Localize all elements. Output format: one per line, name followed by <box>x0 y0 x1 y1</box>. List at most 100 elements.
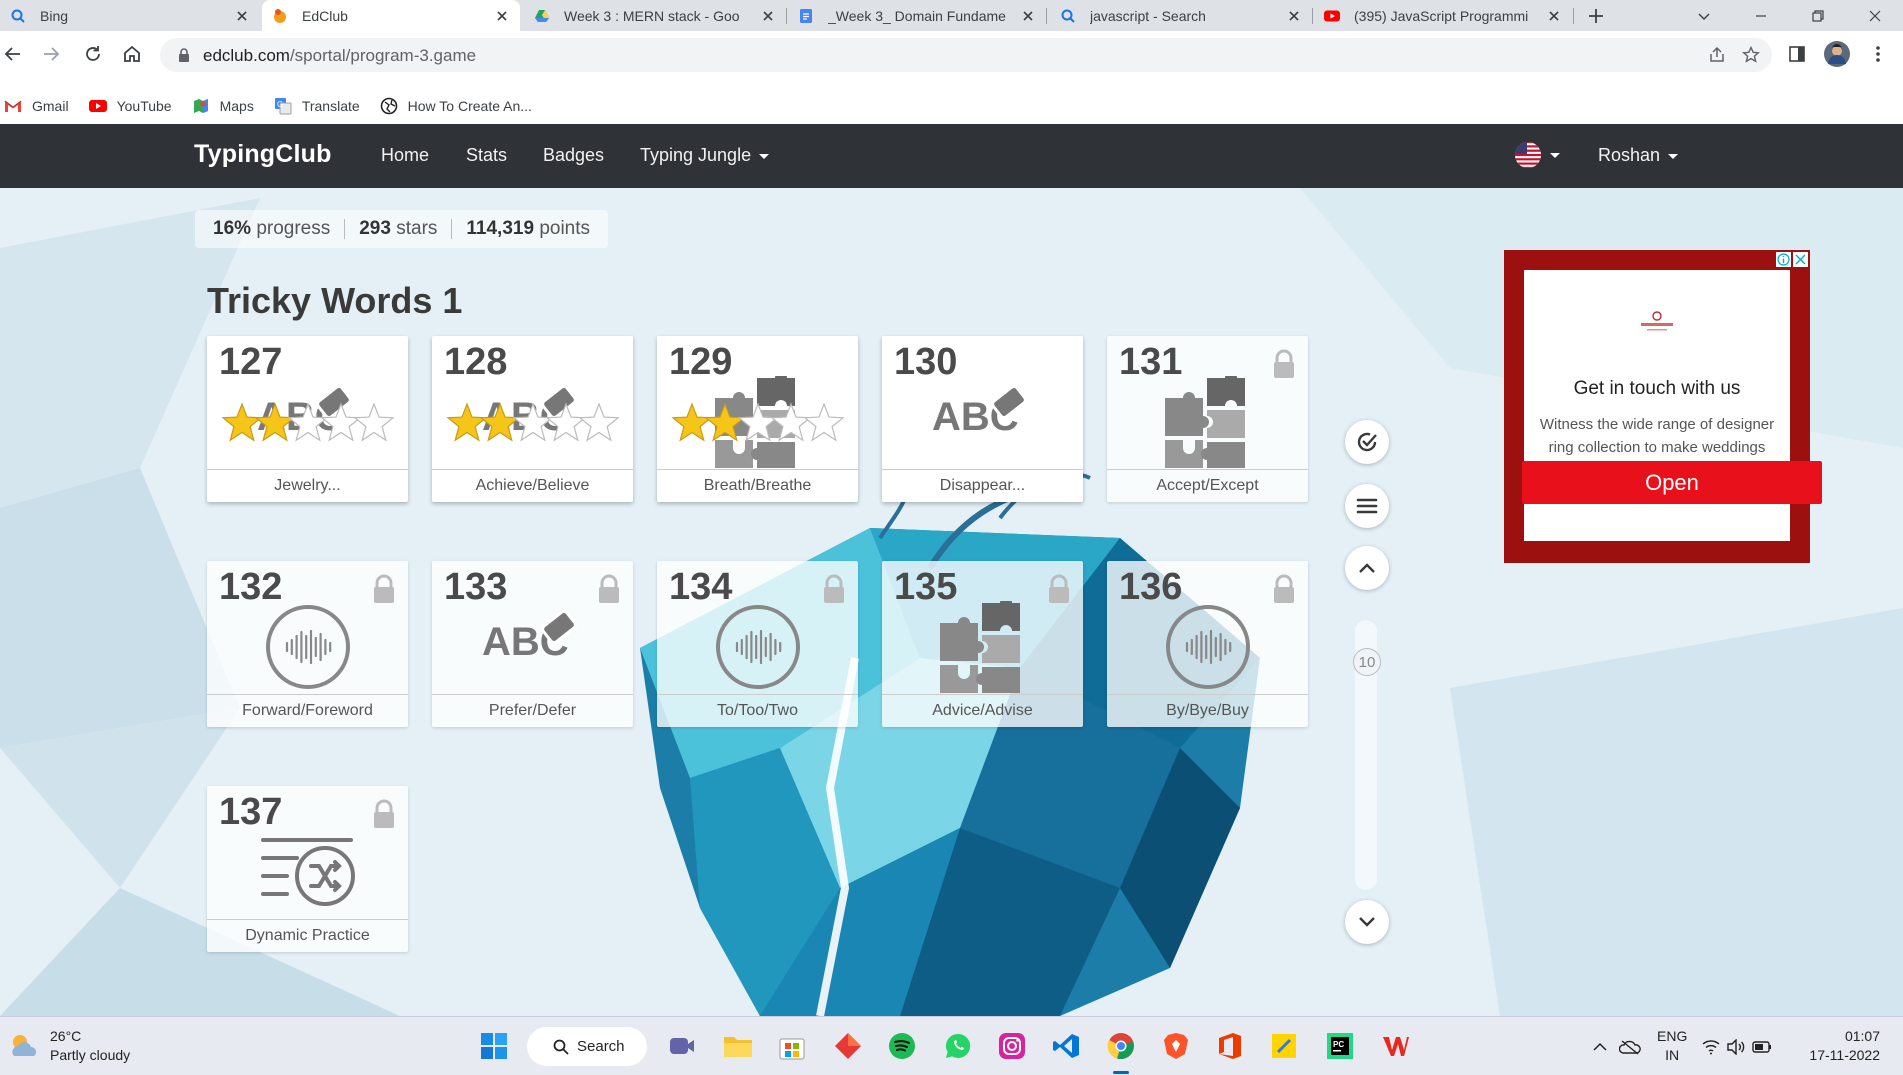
tab-youtube-javascript[interactable]: (395) JavaScript Programmi <box>1314 0 1572 31</box>
close-icon[interactable] <box>1286 8 1302 24</box>
clock[interactable]: 01:07 17-11-2022 <box>1808 1027 1880 1065</box>
brand-logo[interactable]: TypingClub <box>194 140 332 169</box>
taskbar-spotify[interactable] <box>886 1030 918 1062</box>
close-icon[interactable] <box>234 8 250 24</box>
language-selector[interactable] <box>1514 141 1560 169</box>
lesson-card-131[interactable]: 131 Accept/Except <box>1107 336 1308 502</box>
close-icon[interactable] <box>1793 252 1808 267</box>
taskbar-store[interactable] <box>776 1030 808 1062</box>
ad-info-icon[interactable] <box>1776 252 1791 267</box>
lesson-card-127[interactable]: 127ABCJewelry... <box>207 336 408 502</box>
address-bar[interactable]: edclub.com/sportal/program-3.game <box>160 38 1772 72</box>
scroll-position-indicator[interactable]: 10 <box>1353 648 1381 676</box>
tab-search-button[interactable] <box>1678 0 1730 31</box>
lesson-card-129[interactable]: 129 Breath/Breathe <box>657 336 858 502</box>
minimize-button[interactable] <box>1735 0 1787 31</box>
tab-bing[interactable]: Bing <box>0 0 260 31</box>
taskbar-app-red[interactable] <box>832 1030 864 1062</box>
taskbar-chrome[interactable] <box>1105 1030 1137 1062</box>
check-progress-button[interactable] <box>1345 420 1389 464</box>
home-button[interactable] <box>119 41 145 67</box>
taskbar-whatsapp[interactable] <box>942 1030 974 1062</box>
taskbar-vscode[interactable] <box>1050 1030 1082 1062</box>
tab-domain-fundamentals[interactable]: _Week 3_ Domain Fundame <box>788 0 1046 31</box>
bookmark-how-to-create[interactable]: How To Create An... <box>380 97 532 115</box>
scroll-down-button[interactable] <box>1345 900 1389 944</box>
partly-cloudy-icon <box>12 1035 36 1056</box>
gmail-icon <box>4 100 22 112</box>
menu-button[interactable] <box>1345 484 1389 528</box>
lesson-card-128[interactable]: 128ABCAchieve/Believe <box>432 336 633 502</box>
bookmark-star-icon[interactable] <box>1742 46 1760 64</box>
volume-icon <box>1727 1039 1745 1055</box>
diamond-app-icon <box>835 1033 861 1059</box>
back-button[interactable] <box>0 41 26 67</box>
home-icon <box>124 45 140 62</box>
lesson-card-132[interactable]: 132 Forward/Foreword <box>207 561 408 727</box>
taskbar-instagram[interactable] <box>996 1030 1028 1062</box>
lesson-card-130[interactable]: 130 ABC Disappear... <box>882 336 1083 502</box>
bookmark-gmail[interactable]: Gmail <box>4 97 69 115</box>
language-indicator[interactable]: ENG IN <box>1657 1027 1687 1065</box>
side-panel-button[interactable] <box>1784 41 1810 67</box>
reload-button[interactable] <box>80 41 106 67</box>
url-text: edclub.com/sportal/program-3.game <box>203 46 476 66</box>
tab-javascript-search[interactable]: javascript - Search <box>1050 0 1312 31</box>
nav-stats[interactable]: Stats <box>466 145 507 166</box>
close-icon[interactable] <box>1546 8 1562 24</box>
lesson-card-134[interactable]: 134 To/Too/Two <box>657 561 858 727</box>
lesson-card-135[interactable]: 135 Advice/Advise <box>882 561 1083 727</box>
share-icon[interactable] <box>1708 46 1726 64</box>
url-path: /sportal/program-3.game <box>289 46 477 65</box>
chevron-down-icon <box>1668 153 1679 159</box>
sound-wave-icon <box>1166 605 1250 689</box>
ad-open-button[interactable]: Open <box>1522 461 1822 504</box>
bookmark-translate[interactable]: G Translate <box>274 97 360 115</box>
star-icon <box>320 402 362 442</box>
profile-button[interactable] <box>1824 41 1850 67</box>
user-menu[interactable]: Roshan <box>1598 145 1679 166</box>
lesson-name: Accept/Except <box>1107 469 1308 502</box>
close-icon[interactable] <box>760 8 776 24</box>
nav-badges[interactable]: Badges <box>543 145 604 166</box>
bookmark-youtube[interactable]: YouTube <box>88 97 172 115</box>
lesson-card-137[interactable]: 137 Dynamic Practice <box>207 786 408 952</box>
tab-mern-stack[interactable]: Week 3 : MERN stack - Goo <box>524 0 786 31</box>
plus-icon <box>1589 8 1603 23</box>
lesson-name: Breath/Breathe <box>657 469 858 502</box>
taskbar-office[interactable] <box>1214 1030 1246 1062</box>
advertisement[interactable]: Get in touch with us Witness the wide ra… <box>1504 250 1822 563</box>
lesson-card-136[interactable]: 136 By/Bye/Buy <box>1107 561 1308 727</box>
system-tray-status[interactable] <box>1702 1031 1772 1063</box>
tab-edclub[interactable]: EdClub <box>262 0 520 31</box>
show-hidden-icons-button[interactable] <box>1584 1031 1616 1063</box>
taskbar-brave[interactable] <box>1160 1030 1192 1062</box>
taskbar-file-explorer[interactable] <box>722 1030 754 1062</box>
bookmark-maps[interactable]: Maps <box>192 97 254 115</box>
onedrive-button[interactable] <box>1614 1031 1646 1063</box>
star-icon <box>737 402 779 442</box>
star-icon <box>770 402 812 442</box>
nav-typing-jungle[interactable]: Typing Jungle <box>640 145 770 166</box>
browser-menu-button[interactable] <box>1865 41 1891 67</box>
forward-button[interactable] <box>38 41 64 67</box>
taskbar-pycharm[interactable]: PC <box>1324 1030 1356 1062</box>
nav-home[interactable]: Home <box>381 145 429 166</box>
new-tab-button[interactable] <box>1572 0 1620 31</box>
close-icon[interactable] <box>1020 8 1036 24</box>
close-icon[interactable] <box>494 8 510 24</box>
close-window-button[interactable] <box>1849 0 1901 31</box>
taskbar-sticky[interactable] <box>1268 1030 1300 1062</box>
restore-button[interactable] <box>1792 0 1844 31</box>
scroll-up-button[interactable] <box>1345 546 1389 590</box>
taskbar-meet[interactable] <box>666 1030 698 1062</box>
taskbar-wps[interactable] <box>1380 1030 1412 1062</box>
taskbar-search[interactable]: Search <box>527 1027 647 1066</box>
start-button[interactable] <box>478 1030 510 1062</box>
check-circle-icon <box>1357 432 1377 452</box>
lesson-card-133[interactable]: 133 ABC Prefer/Defer <box>432 561 633 727</box>
weather-widget[interactable]: 26°C Partly cloudy <box>8 1027 130 1065</box>
side-panel-icon <box>1789 46 1805 62</box>
bookmark-label: Maps <box>219 98 254 114</box>
star-icon <box>671 402 713 442</box>
